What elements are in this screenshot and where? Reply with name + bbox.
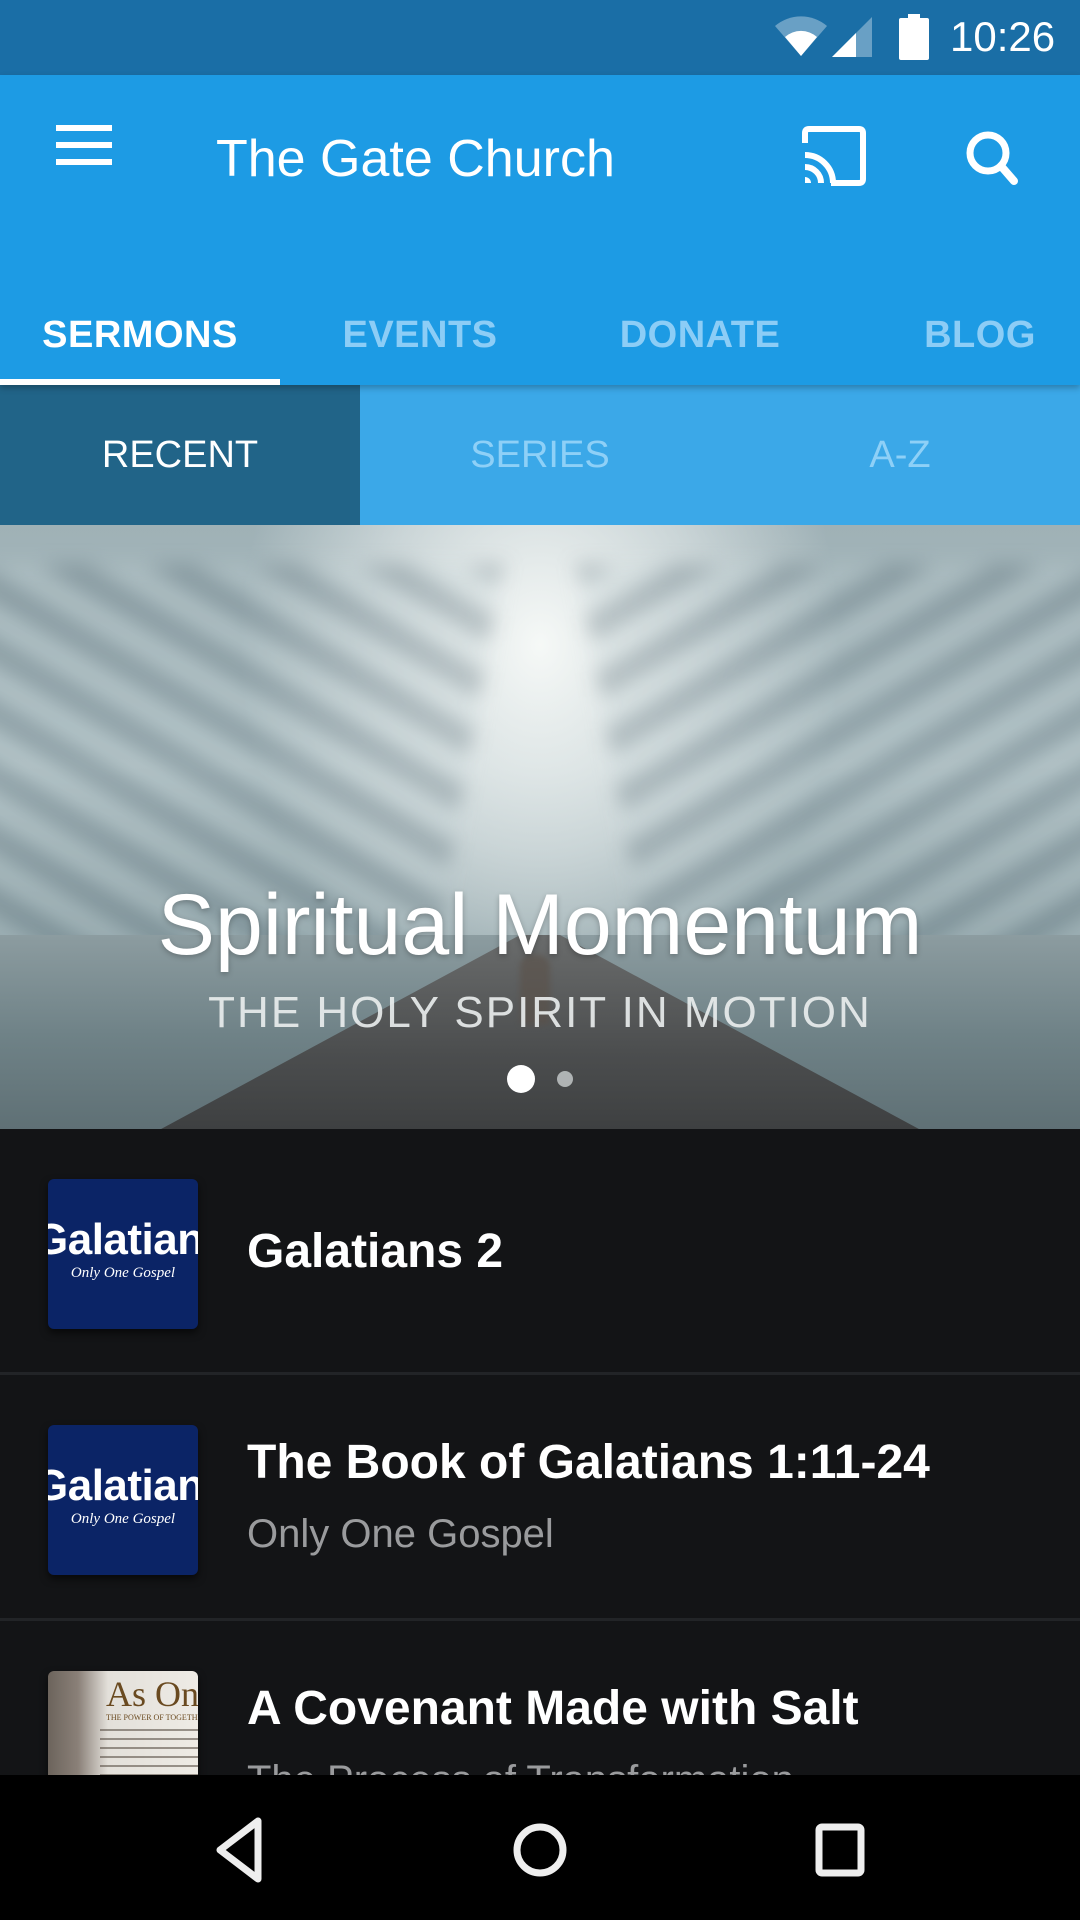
battery-icon: [899, 14, 929, 60]
featured-series-banner[interactable]: Spiritual Momentum THE HOLY SPIRIT IN MO…: [0, 525, 1080, 1129]
app-title: The Gate Church: [216, 130, 615, 188]
sermon-title: The Book of Galatians 1:11-24: [247, 1436, 930, 1489]
carousel-dot[interactable]: [557, 1071, 573, 1087]
status-clock: 10:26: [950, 13, 1056, 60]
status-bar: 10:26: [0, 0, 1080, 75]
wifi-icon: [775, 16, 827, 56]
tab-indicator: [0, 379, 280, 385]
tab-sermons[interactable]: SERMONS: [0, 285, 280, 385]
sermon-thumbnail: As One THE POWER OF TOGETHERNESS: [48, 1671, 198, 1775]
app-bar: The Gate Church SERMONS EVENTS DONATE BL…: [0, 75, 1080, 385]
cast-button[interactable]: [795, 125, 875, 195]
subtab-recent[interactable]: RECENT: [0, 385, 360, 525]
sermon-list-item[interactable]: Galatians Only One Gospel The Book of Ga…: [0, 1375, 1080, 1621]
subtab-a-z[interactable]: A-Z: [720, 385, 1080, 525]
thumbnail-caption: Only One Gospel: [70, 1511, 176, 1527]
thumbnail-title: Galatians: [48, 1215, 198, 1264]
recents-button[interactable]: [780, 1805, 900, 1895]
carousel-indicator: [0, 1065, 1080, 1093]
menu-button[interactable]: [40, 125, 128, 185]
subtab-series[interactable]: SERIES: [360, 385, 720, 525]
recents-icon: [815, 1823, 865, 1877]
tab-donate[interactable]: DONATE: [560, 285, 840, 385]
main-tabs: SERMONS EVENTS DONATE BLOG: [0, 285, 1080, 385]
cast-icon: [802, 126, 866, 186]
sermon-list-item[interactable]: As One THE POWER OF TOGETHERNESS A Coven…: [0, 1621, 1080, 1775]
thumbnail-text-lines: [100, 1729, 198, 1775]
thumbnail-title: Galatians: [48, 1461, 198, 1510]
sermon-thumbnail: Galatians Only One Gospel: [48, 1179, 198, 1329]
back-icon: [216, 1817, 262, 1883]
home-button[interactable]: [480, 1805, 600, 1895]
carousel-dot-active[interactable]: [507, 1065, 535, 1093]
sermon-list-item[interactable]: Galatians Only One Gospel Galatians 2: [0, 1129, 1080, 1375]
home-icon: [513, 1823, 567, 1877]
sermon-list[interactable]: Galatians Only One Gospel Galatians 2 Ga…: [0, 1129, 1080, 1775]
hero-subtitle: THE HOLY SPIRIT IN MOTION: [208, 988, 872, 1037]
tab-blog[interactable]: BLOG: [840, 285, 1080, 385]
thumbnail-caption: THE POWER OF TOGETHERNESS: [106, 1713, 198, 1722]
back-button[interactable]: [180, 1805, 300, 1895]
search-icon: [966, 131, 1018, 185]
sermon-series: The Process of Transformation: [247, 1756, 794, 1775]
sermon-title: A Covenant Made with Salt: [247, 1682, 859, 1735]
tab-events[interactable]: EVENTS: [280, 285, 560, 385]
hero-title: Spiritual Momentum: [157, 877, 923, 973]
sub-tabs: RECENT SERIES A-Z: [0, 385, 1080, 525]
sermon-title: Galatians 2: [247, 1225, 504, 1278]
cellular-signal-icon: [832, 17, 872, 57]
thumbnail-caption: Only One Gospel: [70, 1265, 176, 1281]
sermon-series: Only One Gospel: [247, 1512, 554, 1556]
sermon-thumbnail: Galatians Only One Gospel: [48, 1425, 198, 1575]
thumbnail-title: As One: [106, 1674, 198, 1714]
search-button[interactable]: [958, 125, 1028, 195]
system-navigation-bar: [0, 1775, 1080, 1920]
